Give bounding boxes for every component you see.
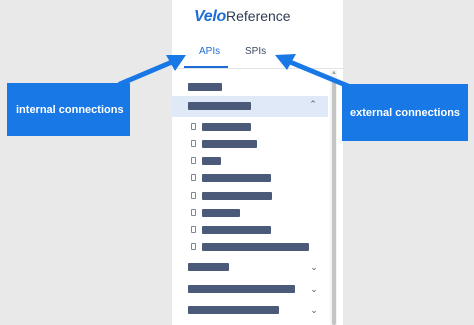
tab-spis[interactable]: SPIs <box>245 46 266 57</box>
document-icon <box>191 226 196 233</box>
left-background <box>0 0 172 325</box>
document-icon <box>191 157 196 164</box>
velo-reference-logo[interactable]: VeloReference <box>194 6 291 27</box>
internal-connections-label: internal connections <box>16 103 124 116</box>
reference-panel: VeloReference APIs SPIs ⌃ ⌄ ⌄ ⌄ ▲ <box>172 0 343 325</box>
chevron-down-icon[interactable]: ⌄ <box>309 305 319 316</box>
nav-item-placeholder[interactable] <box>188 306 279 314</box>
nav-tree: ⌃ ⌄ ⌄ ⌄ <box>172 70 330 325</box>
tab-apis[interactable]: APIs <box>199 46 220 57</box>
logo-title: Reference <box>226 8 291 24</box>
panel-header: VeloReference <box>172 0 343 34</box>
nav-subitem-placeholder[interactable] <box>202 226 271 234</box>
nav-item-placeholder[interactable] <box>188 102 251 110</box>
document-icon <box>191 140 196 147</box>
document-icon <box>191 209 196 216</box>
nav-subitem-placeholder[interactable] <box>202 140 257 148</box>
chevron-down-icon[interactable]: ⌄ <box>309 262 319 273</box>
scrollbar-thumb[interactable] <box>332 80 336 325</box>
document-icon <box>191 174 196 181</box>
nav-item-placeholder[interactable] <box>188 83 222 91</box>
nav-subitem-placeholder[interactable] <box>202 243 309 251</box>
external-connections-label: external connections <box>350 106 461 119</box>
external-connections-callout: external connections <box>342 84 468 141</box>
nav-subitem-placeholder[interactable] <box>202 157 221 165</box>
document-icon <box>191 243 196 250</box>
document-icon <box>191 192 196 199</box>
nav-item-placeholder[interactable] <box>188 263 229 271</box>
nav-subitem-placeholder[interactable] <box>202 123 251 131</box>
document-icon <box>191 123 196 130</box>
nav-subitem-placeholder[interactable] <box>202 174 271 182</box>
active-tab-indicator <box>184 66 228 68</box>
nav-subitem-placeholder[interactable] <box>202 209 240 217</box>
internal-connections-callout: internal connections <box>7 83 130 136</box>
nav-item-placeholder[interactable] <box>188 285 295 293</box>
tab-bar: APIs SPIs <box>172 38 343 69</box>
right-background <box>343 0 474 325</box>
nav-subitem-placeholder[interactable] <box>202 192 272 200</box>
scroll-up-icon[interactable]: ▲ <box>331 70 337 76</box>
logo-brand: Velo <box>194 8 226 25</box>
chevron-down-icon[interactable]: ⌄ <box>309 284 319 295</box>
chevron-up-icon[interactable]: ⌃ <box>308 99 318 110</box>
